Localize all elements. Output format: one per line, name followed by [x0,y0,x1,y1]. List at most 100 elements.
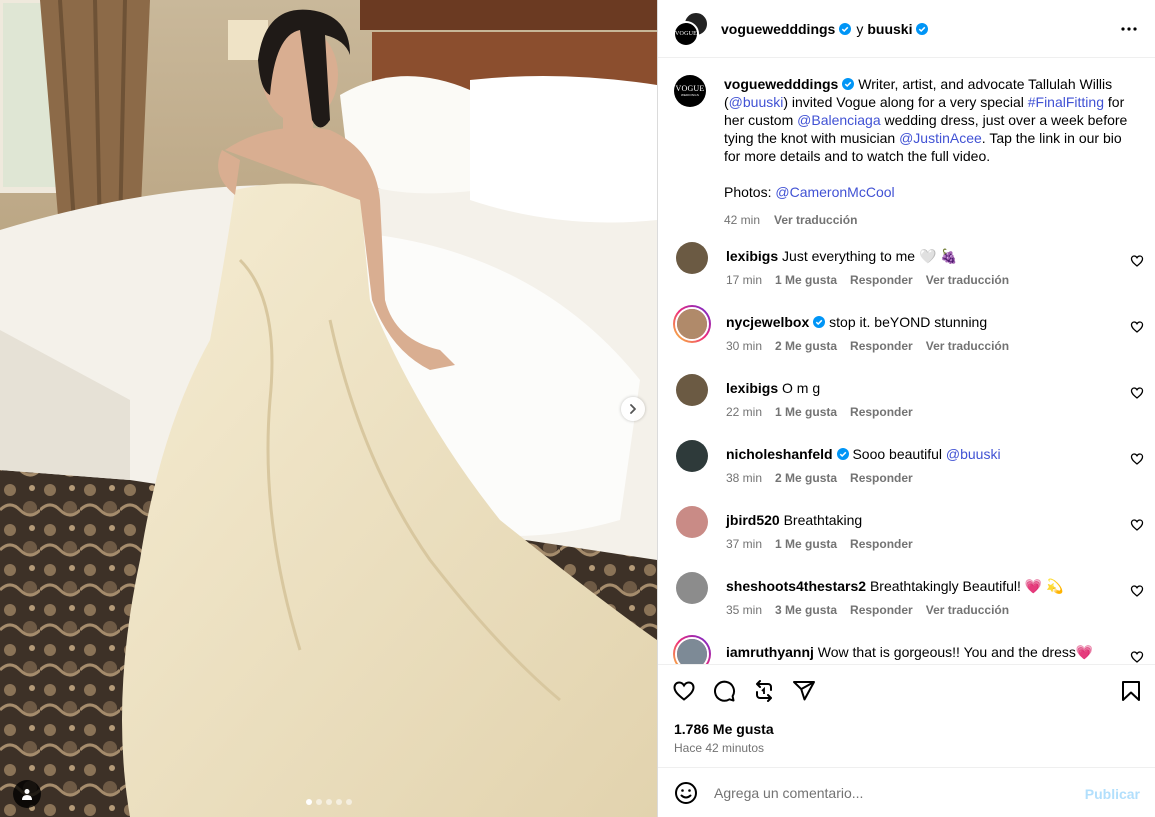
comment-time[interactable]: 37 min [726,537,762,551]
caption-username[interactable]: voguewedddings [724,76,838,92]
mention-link[interactable]: @JustinAcee [899,130,982,146]
avatar-photo [676,440,708,472]
comment-input[interactable] [714,782,1054,803]
comment-meta: 30 min 2 Me gusta Responder Ver traducci… [726,339,1009,353]
avatar[interactable] [676,374,708,406]
comment-text: nicholeshanfeld Sooo beautiful @buuski [726,445,1116,463]
author-avatars[interactable]: VOGUE [673,10,709,47]
vogue-avatar[interactable]: VOGUE WEDDINGS [674,75,706,107]
verified-icon [842,78,855,90]
heart-icon[interactable] [1130,254,1144,268]
reply-button[interactable]: Responder [850,273,913,287]
avatar[interactable] [676,572,708,604]
publish-button[interactable]: Publicar [1085,786,1140,802]
translate-button[interactable]: Ver traducción [774,211,857,229]
carousel-dot [335,799,342,805]
heart-icon[interactable] [1130,584,1144,598]
comment-body: Wow that is gorgeous!! You and the dress… [817,644,1094,660]
tagged-users-button[interactable] [13,780,41,808]
mention-link[interactable]: @buuski [946,446,1001,462]
avatar-photo [676,242,708,274]
post-media[interactable] [0,0,657,817]
avatar[interactable] [676,506,708,538]
comment-likes[interactable]: 1 Me gusta [775,537,837,551]
comment-time[interactable]: 22 min [726,405,762,419]
repost-icon[interactable] [752,679,776,703]
translate-button[interactable]: Ver traducción [926,273,1009,287]
comment-meta: 17 min 1 Me gusta Responder Ver traducci… [726,273,1009,287]
author-username[interactable]: voguewedddings [721,21,835,37]
avatar: VOGUE [673,20,699,47]
comment-username[interactable]: sheshoots4thestars2 [726,578,866,594]
reply-button[interactable]: Responder [850,339,913,353]
mention-link[interactable]: @Balenciaga [797,112,881,128]
post-header: VOGUE voguewedddings y buuski [658,0,1155,58]
comment-likes[interactable]: 1 Me gusta [775,273,837,287]
comment-username[interactable]: lexibigs [726,248,778,264]
comment-time[interactable]: 30 min [726,339,762,353]
emoji-icon[interactable] [674,781,698,805]
heart-icon[interactable] [1130,452,1144,466]
chevron-right-icon [630,404,636,414]
comment-text: jbird520 Breathtaking [726,511,1116,529]
comment-text: sheshoots4thestars2 Breathtakingly Beaut… [726,577,1116,595]
verified-icon [916,22,929,35]
comment-username[interactable]: nicholeshanfeld [726,446,833,462]
author-names: voguewedddings y buuski [721,21,929,37]
comment-text: iamruthyannj Wow that is gorgeous!! You … [726,643,1116,661]
bookmark-icon[interactable] [1119,679,1143,703]
avatar-logo-text: VOGUE [675,30,697,37]
comment-likes[interactable]: 2 Me gusta [775,471,837,485]
post-time[interactable]: Hace 42 minutos [674,741,764,755]
comment-row: lexibigs O m g 22 min 1 Me gusta Respond… [674,374,1144,434]
comment-username[interactable]: iamruthyannj [726,644,814,660]
translate-button[interactable]: Ver traducción [926,339,1009,353]
avatar[interactable] [676,242,708,274]
caption-time[interactable]: 42 min [724,211,760,229]
comment-likes[interactable]: 3 Me gusta [775,603,837,617]
share-icon[interactable] [792,679,816,703]
comment-text: nycjewelbox stop it. beYOND stunning [726,313,1116,331]
comment-row: iamruthyannj Wow that is gorgeous!! You … [673,635,1144,664]
avatar-logo-subtext: WEDDINGS [680,93,700,97]
avatar[interactable] [676,440,708,472]
likes-count[interactable]: 1.786 Me gusta [674,721,774,737]
post-actions: 1.786 Me gusta Hace 42 minutos [658,664,1155,767]
heart-icon[interactable] [1130,650,1144,664]
comments-scroll-area[interactable]: VOGUE WEDDINGS voguewedddings Writer, ar… [658,59,1155,664]
coauthor-username[interactable]: buuski [867,21,912,37]
reply-button[interactable]: Responder [850,471,913,485]
verified-icon [839,22,852,35]
heart-icon[interactable] [1130,386,1144,400]
mention-link[interactable]: @buuski [729,94,784,110]
comment-row: nycjewelbox stop it. beYOND stunning 30 … [673,305,1144,368]
reply-button[interactable]: Responder [850,603,913,617]
more-options-button[interactable] [1117,17,1141,41]
comment-icon[interactable] [712,679,736,703]
heart-icon[interactable] [1130,320,1144,334]
reply-button[interactable]: Responder [850,405,913,419]
avatar[interactable] [673,635,711,664]
heart-icon[interactable] [672,679,696,703]
photo-credit-link[interactable]: @CameronMcCool [775,184,894,200]
comment-time[interactable]: 38 min [726,471,762,485]
reply-button[interactable]: Responder [850,537,913,551]
comment-username[interactable]: lexibigs [726,380,778,396]
comment-row: jbird520 Breathtaking 37 min 1 Me gusta … [674,506,1144,566]
avatar[interactable] [673,305,711,343]
comment-username[interactable]: nycjewelbox [726,314,809,330]
comment-time[interactable]: 17 min [726,273,762,287]
post-caption: VOGUE WEDDINGS voguewedddings Writer, ar… [674,75,1144,229]
action-row [672,679,816,703]
comment-likes[interactable]: 1 Me gusta [775,405,837,419]
next-slide-button[interactable] [621,397,645,421]
avatar-photo [676,374,708,406]
comment-body: Just everything to me 🤍 🍇 [782,248,958,264]
heart-icon[interactable] [1130,518,1144,532]
comment-likes[interactable]: 2 Me gusta [775,339,837,353]
comment-username[interactable]: jbird520 [726,512,780,528]
avatar-photo [676,572,708,604]
translate-button[interactable]: Ver traducción [926,603,1009,617]
comment-time[interactable]: 35 min [726,603,762,617]
hashtag-link[interactable]: #FinalFitting [1028,94,1104,110]
